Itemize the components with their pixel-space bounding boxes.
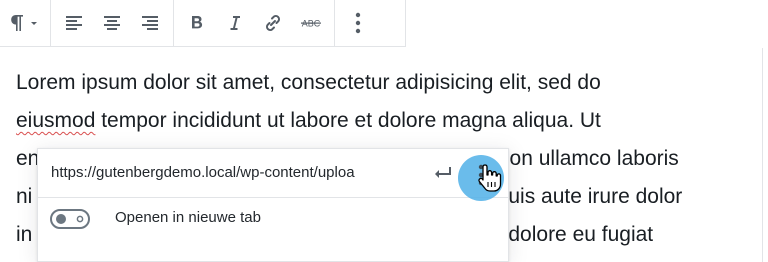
new-tab-label: Openen in nieuwe tab xyxy=(115,209,261,226)
text-line-4-start: ni xyxy=(16,185,33,208)
text-line-3-end: ation ullamco laboris xyxy=(487,147,679,170)
hand-cursor-icon xyxy=(478,164,502,192)
toolbar-group-block-type xyxy=(0,0,51,46)
strikethrough-button[interactable]: ABC xyxy=(292,0,330,46)
text-line-2-rest: tempor incididunt ut labore et dolore ma… xyxy=(95,109,601,132)
misspelled-word[interactable]: eiusmod xyxy=(16,109,95,132)
align-left-button[interactable] xyxy=(55,0,93,46)
block-toolbar: ABC xyxy=(0,0,406,47)
link-url-field[interactable]: https://gutenbergdemo.local/wp-content/u… xyxy=(51,164,411,181)
enter-icon xyxy=(435,167,451,178)
paragraph-icon xyxy=(11,15,37,31)
text-line-3-start: en xyxy=(16,147,40,170)
new-tab-row: Openen in nieuwe tab xyxy=(38,198,508,260)
align-center-button[interactable] xyxy=(93,0,131,46)
toolbar-group-more xyxy=(335,0,381,46)
bold-button[interactable] xyxy=(178,0,216,46)
text-line-2: eiusmod tempor incididunt ut labore et d… xyxy=(16,102,756,140)
submit-link-button[interactable] xyxy=(430,163,454,188)
toolbar-group-alignment xyxy=(51,0,174,46)
toolbar-group-format: ABC xyxy=(174,0,335,46)
align-center-icon xyxy=(104,16,120,30)
paragraph-button[interactable] xyxy=(0,0,46,46)
more-options-icon xyxy=(355,12,361,34)
link-icon xyxy=(266,15,280,31)
strikethrough-icon: ABC xyxy=(301,19,321,29)
more-options-button[interactable] xyxy=(339,0,377,46)
text-line-5-start: in xyxy=(16,223,33,246)
align-right-icon xyxy=(142,16,158,30)
text-line-4-end: uis aute irure dolor xyxy=(508,185,683,208)
align-right-button[interactable] xyxy=(131,0,169,46)
text-line-1: Lorem ipsum dolor sit amet, consectetur … xyxy=(16,71,601,94)
link-url-row: https://gutenbergdemo.local/wp-content/u… xyxy=(38,149,508,201)
new-tab-toggle[interactable] xyxy=(50,208,90,230)
bold-icon xyxy=(192,16,203,29)
link-button[interactable] xyxy=(254,0,292,46)
italic-icon xyxy=(230,16,240,30)
italic-button[interactable] xyxy=(216,0,254,46)
align-left-icon xyxy=(66,16,82,30)
link-popover: https://gutenbergdemo.local/wp-content/u… xyxy=(37,148,509,262)
text-line-5-end: dolore eu fugiat xyxy=(508,223,654,246)
